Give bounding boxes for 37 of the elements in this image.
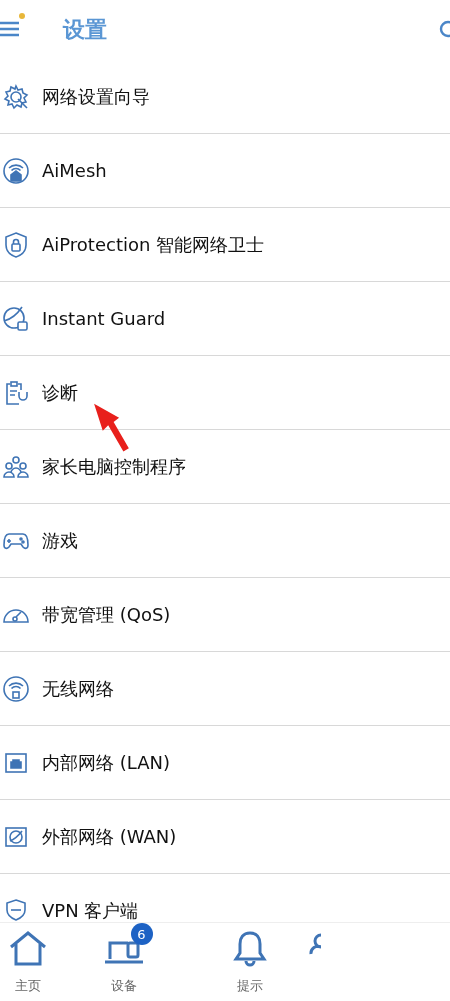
settings-item[interactable]: Instant Guard [0,282,450,356]
shield-lock-icon [2,230,30,259]
item-label: AiMesh [42,160,107,181]
pointer-arrow [93,402,131,452]
count-badge: 6 [130,923,153,945]
item-label: 无线网络 [42,676,114,701]
item-label: 游戏 [42,528,78,553]
nav-label: 主页 [15,977,41,995]
nav-label: 提示 [237,977,263,995]
item-label: 带宽管理 (QoS) [42,602,171,627]
wifi-icon [2,674,30,703]
settings-item[interactable]: AiMesh [0,134,450,208]
item-label: 网络设置向导 [42,84,150,109]
item-label: 内部网络 (LAN) [42,750,170,775]
nav-tab[interactable]: 6 设备 [56,923,191,1001]
item-label: Instant Guard [42,308,166,329]
nav-tab[interactable]: 提示 [191,923,309,1001]
menu-icon[interactable] [0,21,21,37]
item-label: AiProtection 智能网络卫士 [42,232,265,257]
settings-item[interactable]: AiProtection 智能网络卫士 [0,208,450,282]
page-title: 设置 [63,16,107,44]
item-label: 诊断 [42,380,78,405]
nav-label: 设备 [110,977,137,995]
home-icon [7,929,49,969]
search-icon[interactable] [438,20,450,40]
item-label: 家长电脑控制程序 [42,454,186,479]
settings-item[interactable]: 内部网络 (LAN) [0,726,450,800]
nav-tab[interactable]: 主页 [0,923,56,1001]
item-label: 外部网络 (WAN) [42,824,177,849]
settings-item[interactable]: 带宽管理 (QoS) [0,578,450,652]
settings-item[interactable]: 外部网络 (WAN) [0,800,450,874]
wifi-house-icon [2,156,30,185]
settings-item[interactable]: 网络设置向导 [0,60,450,134]
settings-item[interactable]: 无线网络 [0,652,450,726]
gear-icon [2,82,30,111]
item-label: VPN 客户端 [42,898,139,922]
settings-item[interactable]: 游戏 [0,504,450,578]
